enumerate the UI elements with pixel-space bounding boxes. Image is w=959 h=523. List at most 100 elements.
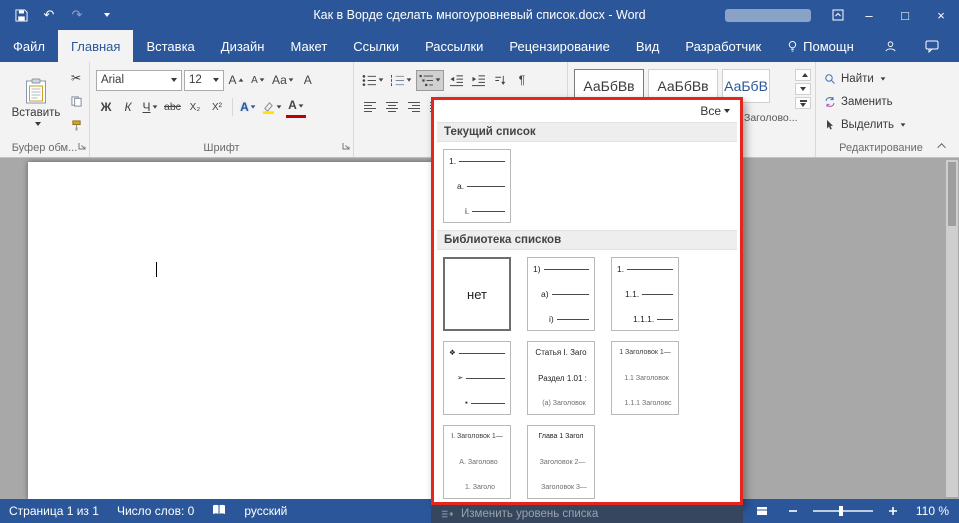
close-button[interactable]: × [923,0,959,30]
styles-scroll-up-button[interactable] [795,69,811,81]
redo-button[interactable]: ↷ [64,2,90,28]
grow-font-button[interactable]: А [226,70,246,91]
tab-review[interactable]: Рецензирование [496,30,622,62]
increase-indent-button[interactable] [468,70,488,91]
comments-button[interactable] [919,33,945,59]
vertical-scrollbar[interactable] [946,160,958,497]
qat-customize-button[interactable] [92,2,118,28]
strikethrough-button[interactable]: abc [162,97,183,118]
show-formatting-button[interactable]: ¶ [512,70,532,91]
chevron-down-icon [379,78,384,81]
styles-more-button[interactable] [795,97,811,109]
zoom-in-button[interactable] [882,501,904,521]
chevron-up-icon [937,143,945,151]
zoom-slider-thumb[interactable] [839,506,843,516]
list-style-roman-headings[interactable]: I. Заголовок 1— A. Заголово 1. Заголо [443,425,511,499]
list-line: 1 Заголовок 1— [617,348,673,357]
web-layout-button[interactable] [751,501,773,521]
tab-view[interactable]: Вид [623,30,673,62]
list-style-numbered-headings[interactable]: 1 Заголовок 1— 1.1 Заголовок 1.1.1 Загол… [611,341,679,415]
decrease-indent-button[interactable] [446,70,466,91]
text-effects-button[interactable]: А [238,97,258,118]
font-color-button[interactable]: А [286,97,306,118]
proofing-status[interactable] [212,504,226,518]
tab-tell-me[interactable]: Помощн [774,30,867,62]
style-preview: АаБбВ [724,78,768,94]
cut-button[interactable]: ✂ [66,68,86,87]
tab-references[interactable]: Ссылки [340,30,412,62]
bullets-button[interactable] [360,70,386,91]
scrollbar-thumb[interactable] [948,162,956,226]
list-style-chapter-headings[interactable]: Глава 1 Загол Заголовок 2— Заголовок 3— [527,425,595,499]
change-list-level-menu-item[interactable]: Изменить уровень списка [431,505,743,523]
tab-file[interactable]: Файл [0,30,58,62]
tab-home[interactable]: Главная [58,30,133,62]
save-button[interactable] [8,2,34,28]
copy-button[interactable] [66,92,86,111]
replace-button[interactable]: Заменить [824,93,893,111]
ribbon-display-options-button[interactable] [825,2,851,28]
maximize-button[interactable]: □ [887,0,923,30]
bold-button[interactable]: Ж [96,97,116,118]
chevron-down-icon [104,13,110,17]
tab-developer[interactable]: Разработчик [672,30,774,62]
zoom-slider[interactable] [813,510,873,512]
tab-insert[interactable]: Вставка [133,30,207,62]
tab-mailings[interactable]: Рассылки [412,30,496,62]
collapse-ribbon-button[interactable] [935,139,951,153]
numbering-button[interactable] [388,70,414,91]
minimize-button[interactable]: – [851,0,887,30]
change-list-level-label: Изменить уровень списка [461,508,598,520]
font-dialog-launcher[interactable] [342,139,350,153]
list-style-bullets[interactable]: ❖ ➢ ▪ [443,341,511,415]
paste-label: Вставить [12,107,61,119]
italic-button[interactable]: К [118,97,138,118]
change-case-button[interactable]: Аа [270,70,296,91]
list-style-none[interactable]: нет [443,257,511,331]
word-count[interactable]: Число слов: 0 [117,504,194,518]
align-center-button[interactable] [382,97,402,118]
language-indicator[interactable]: русский [244,504,287,518]
chevron-down-icon [152,105,157,108]
list-style-decimal-nested[interactable]: 1. 1.1. 1.1.1. [611,257,679,331]
library-row-3: I. Заголовок 1— A. Заголово 1. Заголо Гл… [434,420,740,504]
subscript-button[interactable]: Х₂ [185,97,205,118]
font-size-select[interactable]: 12 [184,70,224,91]
zoom-out-button[interactable] [782,501,804,521]
styles-scroll-down-button[interactable] [795,83,811,95]
zoom-level[interactable]: 110 % [913,504,949,518]
account-name-blurred[interactable] [725,9,811,22]
select-button[interactable]: Выделить [824,116,906,134]
decrease-indent-icon [449,74,464,87]
divider [232,98,233,116]
tab-layout[interactable]: Макет [277,30,340,62]
person-icon [884,40,897,53]
underline-button[interactable]: Ч [140,97,160,118]
undo-button[interactable]: ↶ [36,2,62,28]
share-button[interactable] [877,33,903,59]
clear-formatting-button[interactable]: А [298,70,318,91]
tab-design[interactable]: Дизайн [208,30,278,62]
current-list-item[interactable]: 1. a. i. [443,149,511,223]
superscript-button[interactable]: Х² [207,97,227,118]
list-line: 1.1 Заголовок [620,374,673,383]
sort-button[interactable] [490,70,510,91]
font-name-select[interactable]: Arial [96,70,182,91]
shrink-font-button[interactable]: А [248,70,268,91]
align-left-button[interactable] [360,97,380,118]
paste-button[interactable]: Вставить [9,67,63,137]
search-icon [824,73,836,85]
list-style-paren-numbers[interactable]: 1) a) i) [527,257,595,331]
find-button[interactable]: Найти [824,70,886,88]
gallery-filter-all[interactable]: Все [434,100,740,120]
clipboard-group-label: Буфер обм... [0,142,89,154]
clipboard-dialog-launcher[interactable] [78,139,86,153]
multilevel-list-button[interactable] [416,70,444,91]
align-right-button[interactable] [404,97,424,118]
format-painter-button[interactable] [66,116,86,135]
page-indicator[interactable]: Страница 1 из 1 [9,504,99,518]
comment-icon [925,40,939,53]
list-style-article-section[interactable]: Статья I. Заго Раздел 1.01 : (а) Заголов… [527,341,595,415]
highlight-button[interactable] [260,97,284,118]
text-effects-icon: А [240,100,249,114]
